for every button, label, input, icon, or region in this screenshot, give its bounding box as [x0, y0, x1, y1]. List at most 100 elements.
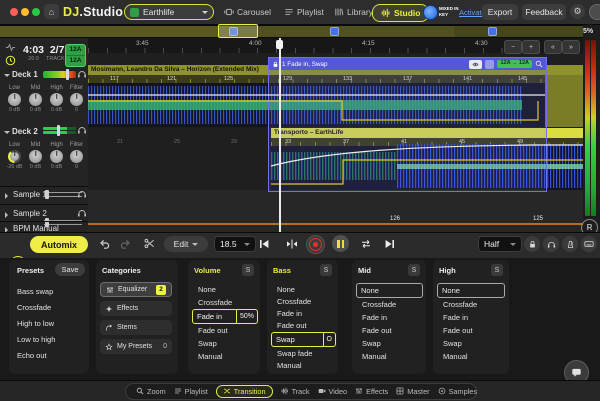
deck1-collapse-chevron-icon[interactable]	[4, 74, 10, 77]
tab-track[interactable]: Track	[281, 387, 310, 396]
deck2-mid-knob[interactable]: Mid 0 dB	[25, 142, 46, 171]
window-close-button[interactable]	[10, 8, 18, 16]
timeline-seek-forward-button[interactable]: »	[562, 40, 580, 54]
preset-item[interactable]: Crossfade	[17, 304, 51, 312]
tab-effects[interactable]: Effects	[355, 387, 388, 396]
playhead[interactable]	[279, 38, 281, 232]
transition-color-swatch[interactable]	[485, 59, 495, 69]
sample1-expand-chevron-icon[interactable]	[5, 193, 8, 199]
tab-transition[interactable]: Transition	[215, 384, 273, 398]
nav-playlist[interactable]: Playlist	[284, 7, 324, 17]
knob-dial[interactable]	[8, 150, 21, 163]
bass-option[interactable]: Fade out	[277, 322, 307, 330]
knob-dial[interactable]	[50, 150, 63, 163]
deck2-cue-headphones-icon[interactable]	[77, 125, 87, 135]
category-my-presets[interactable]: My Presets 0	[100, 339, 172, 354]
feedback-button[interactable]: Feedback	[522, 4, 566, 20]
save-preset-button[interactable]: Save	[55, 263, 85, 276]
record-button[interactable]	[306, 235, 325, 254]
overview-viewport[interactable]	[218, 24, 258, 38]
keyboard-shortcuts-button[interactable]	[581, 236, 597, 252]
bpm-value[interactable]: 126	[390, 216, 400, 222]
project-select[interactable]: Earthlife	[124, 4, 214, 20]
bpm-value[interactable]: 125	[533, 216, 543, 222]
transition-visibility-button[interactable]	[469, 59, 483, 69]
cut-scissors-icon[interactable]	[144, 238, 155, 249]
tab-samples[interactable]: Samples	[438, 387, 477, 396]
tab-playlist[interactable]: Playlist	[174, 387, 208, 396]
knob-dial[interactable]	[29, 150, 42, 163]
deck2-high-knob[interactable]: High 0 dB	[46, 142, 67, 171]
category-effects[interactable]: Effects	[100, 301, 172, 316]
bass-option-selected[interactable]: Swap O	[271, 332, 336, 347]
preset-item[interactable]: Echo out	[17, 352, 47, 360]
volume-option[interactable]: Manual	[198, 353, 223, 361]
bass-solo-button[interactable]: S	[320, 264, 332, 276]
volume-option[interactable]: Swap	[198, 340, 217, 348]
volume-option-value[interactable]: 50%	[235, 310, 257, 323]
overview-transition-marker[interactable]	[488, 27, 497, 36]
volume-option[interactable]: Fade out	[198, 327, 228, 335]
deck2-collapse-chevron-icon[interactable]	[4, 131, 10, 134]
bass-option[interactable]: Manual	[277, 362, 302, 370]
deck1-high-knob[interactable]: High 0 dB	[46, 85, 67, 114]
mid-solo-button[interactable]: S	[408, 264, 420, 276]
skip-forward-icon[interactable]	[384, 238, 396, 250]
mid-option[interactable]: Manual	[362, 353, 387, 361]
bass-option[interactable]: Swap fade	[277, 350, 312, 358]
skip-back-icon[interactable]	[258, 238, 270, 250]
deck1-outro-region[interactable]	[545, 75, 583, 127]
mid-option-selected[interactable]: None	[356, 283, 423, 298]
nav-library[interactable]: Library	[334, 7, 373, 17]
volume-solo-button[interactable]: S	[242, 264, 254, 276]
timeline-zoom-out-button[interactable]: −	[504, 40, 522, 54]
export-button[interactable]: Export	[482, 4, 518, 20]
tab-video[interactable]: Video	[318, 387, 347, 396]
knob-dial[interactable]	[50, 93, 63, 106]
playback-speed-select[interactable]: Half	[478, 236, 522, 252]
volume-option[interactable]: Crossfade	[198, 299, 232, 307]
home-button[interactable]: ⌂	[44, 4, 59, 19]
deck2-volume-handle[interactable]	[57, 125, 60, 136]
high-solo-button[interactable]: S	[491, 264, 503, 276]
high-option[interactable]: Fade out	[443, 327, 473, 335]
playhead-handle[interactable]	[276, 40, 283, 49]
knob-dial[interactable]	[29, 93, 42, 106]
window-zoom-button[interactable]	[32, 8, 40, 16]
settings-button[interactable]: ⚙	[570, 4, 585, 19]
timeline-seek-back-button[interactable]: «	[544, 40, 562, 54]
deck2-filter-knob[interactable]: Filter 0	[66, 142, 87, 171]
transition-length-select[interactable]: 18.5	[214, 236, 256, 252]
deck1-volume-handle[interactable]	[66, 69, 69, 80]
tab-zoom[interactable]: Zoom	[136, 387, 166, 396]
bass-option[interactable]: Crossfade	[277, 298, 311, 306]
sync-lock-button[interactable]	[524, 236, 540, 252]
sample2-expand-chevron-icon[interactable]	[5, 212, 8, 218]
knob-dial[interactable]	[8, 93, 21, 106]
nav-carousel[interactable]: Carousel	[224, 7, 271, 17]
window-minimize-button[interactable]	[21, 8, 29, 16]
deck1-low-knob[interactable]: Low 0 dB	[4, 85, 25, 114]
automix-button[interactable]: Automix	[30, 236, 88, 253]
magnifier-icon[interactable]	[535, 60, 543, 68]
mid-option[interactable]: Fade out	[362, 327, 392, 335]
bass-option-value[interactable]: O	[322, 333, 335, 346]
headphone-cue-button[interactable]	[543, 236, 559, 252]
overview-transition-marker[interactable]	[330, 27, 339, 36]
loop-icon[interactable]	[360, 238, 372, 250]
deck2-volume-meter[interactable]	[43, 127, 76, 134]
pause-button[interactable]	[332, 235, 349, 252]
high-option[interactable]: Fade in	[443, 314, 468, 322]
deck1-mid-knob[interactable]: Mid 0 dB	[25, 85, 46, 114]
high-option[interactable]: Manual	[443, 353, 468, 361]
mid-option[interactable]: Crossfade	[362, 301, 396, 309]
mid-option[interactable]: Fade in	[362, 314, 387, 322]
bass-option[interactable]: None	[277, 286, 295, 294]
deck2-low-knob[interactable]: Low -26 dB	[4, 142, 25, 171]
knob-dial[interactable]	[70, 150, 83, 163]
category-stems[interactable]: Stems	[100, 320, 172, 335]
undo-icon[interactable]	[98, 238, 110, 250]
edit-menu-button[interactable]: Edit	[164, 236, 208, 252]
knob-dial[interactable]	[70, 93, 83, 106]
preset-item[interactable]: High to low	[17, 320, 54, 328]
